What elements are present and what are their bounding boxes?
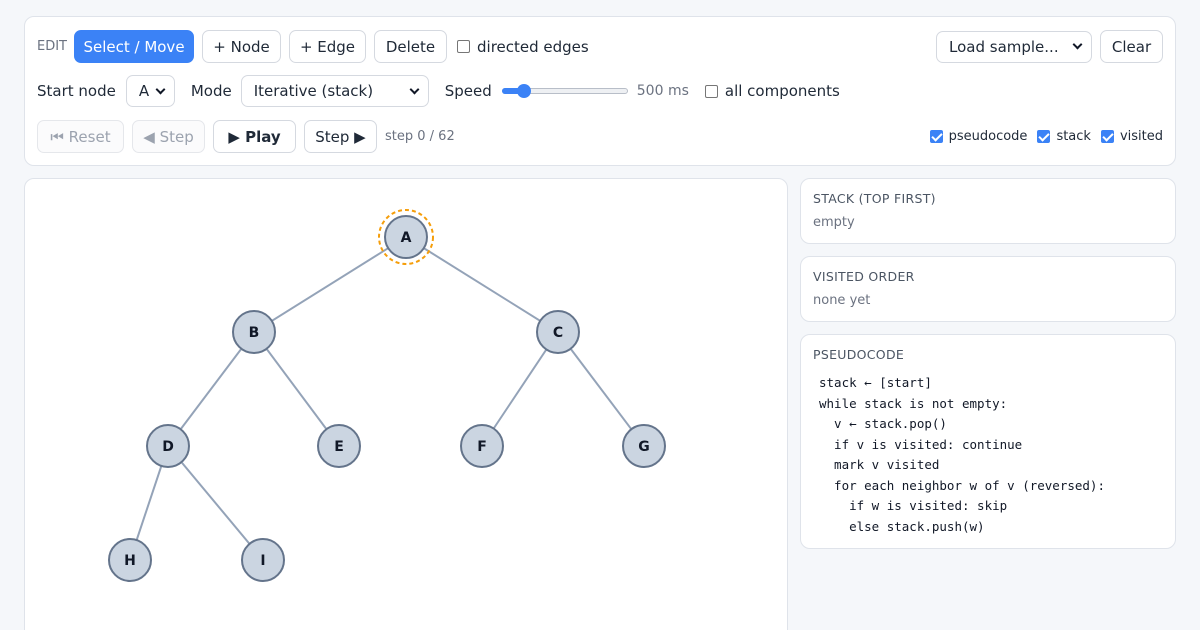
edit-row: EDIT Select / Move + Node + Edge Delete …: [37, 30, 1163, 63]
pseudocode-block: stack ← [start] while stack is not empty…: [819, 373, 1105, 537]
visited-contents: none yet: [813, 293, 871, 308]
pseudocode-toggle-label: pseudocode: [948, 129, 1028, 144]
playback-row: ⏮ Reset ◀ Step ▶ Play Step ▶ step 0 / 62…: [37, 120, 1163, 153]
start-node-label: Start node: [37, 82, 116, 100]
stack-toggle-label: stack: [1056, 129, 1091, 144]
chevron-down-icon: [409, 84, 420, 94]
load-sample-value: Load sample...: [949, 37, 1059, 56]
load-sample-select[interactable]: Load sample...: [936, 30, 1092, 63]
play-button[interactable]: ▶ Play: [213, 120, 296, 153]
speed-slider[interactable]: [501, 83, 628, 99]
step-counter: step 0 / 62: [385, 129, 455, 144]
pseudocode-toggle-checkbox[interactable]: [929, 130, 943, 143]
settings-row: Start node A Mode Iterative (stack) Spee…: [37, 75, 1163, 107]
visited-title: VISITED ORDER: [813, 269, 915, 284]
pseudocode-title: PSEUDOCODE: [813, 347, 905, 362]
mode-select[interactable]: Iterative (stack): [240, 75, 429, 107]
graph-node-label-H: H: [124, 553, 136, 569]
all-components-checkbox[interactable]: [704, 84, 718, 98]
pseudocode-line: while stack is not empty:: [819, 395, 1008, 411]
visited-panel: VISITED ORDER none yet: [800, 256, 1176, 322]
visited-toggle-label: visited: [1119, 129, 1163, 144]
stack-title: STACK (TOP FIRST): [813, 191, 936, 206]
graph-node-label-F: F: [477, 439, 487, 455]
speed-label: Speed: [444, 82, 492, 100]
stack-panel: STACK (TOP FIRST) empty: [800, 178, 1176, 244]
graph-node-label-C: C: [553, 325, 563, 341]
chevron-down-icon: [1072, 39, 1083, 50]
toolbar: EDIT Select / Move + Node + Edge Delete …: [24, 16, 1176, 166]
graph-canvas[interactable]: A B C D E F G H I: [24, 178, 788, 630]
chevron-down-icon: [155, 84, 166, 94]
speed-slider-thumb[interactable]: [517, 84, 532, 98]
stack-toggle-checkbox[interactable]: [1037, 130, 1051, 143]
pseudocode-panel: PSEUDOCODE stack ← [start] while stack i…: [800, 334, 1176, 549]
graph-node-label-A: A: [401, 230, 412, 246]
step-back-button[interactable]: ◀ Step: [132, 120, 205, 153]
speed-value: 500 ms: [636, 83, 689, 99]
graph-svg[interactable]: A B C D E F G H I: [25, 179, 789, 630]
step-forward-button[interactable]: Step ▶: [304, 120, 377, 153]
reset-button[interactable]: ⏮ Reset: [37, 120, 124, 153]
add-node-button[interactable]: + Node: [202, 30, 281, 63]
mode-label: Mode: [190, 82, 232, 100]
graph-edge-D-I[interactable]: [167, 445, 264, 561]
edit-label: EDIT: [37, 39, 67, 54]
pseudocode-line: for each neighbor w of v (reversed):: [819, 477, 1105, 493]
graph-edge-A-B[interactable]: [253, 236, 407, 333]
directed-edges-checkbox[interactable]: [457, 40, 470, 53]
start-node-select[interactable]: A: [125, 75, 175, 107]
start-node-value: A: [138, 82, 150, 100]
graph-node-label-B: B: [249, 325, 260, 341]
pseudocode-line: else stack.push(w): [819, 518, 985, 534]
stack-contents: empty: [813, 215, 855, 230]
pseudocode-line: mark v visited: [819, 457, 940, 472]
directed-edges-label: directed edges: [477, 37, 589, 56]
graph-node-label-G: G: [638, 439, 650, 455]
pseudocode-line: v ← stack.pop(): [819, 416, 947, 431]
graph-node-label-E: E: [334, 439, 344, 455]
graph-node-label-I: I: [260, 553, 265, 569]
clear-button[interactable]: Clear: [1100, 30, 1163, 63]
pseudocode-line: stack ← [start]: [819, 375, 932, 390]
pseudocode-line: if v is visited: continue: [819, 436, 1023, 452]
mode-value: Iterative (stack): [253, 82, 374, 100]
delete-button[interactable]: Delete: [374, 30, 447, 63]
all-components-label: all components: [724, 82, 840, 100]
add-edge-button[interactable]: + Edge: [289, 30, 366, 63]
visited-toggle-checkbox[interactable]: [1100, 130, 1114, 143]
graph-node-label-D: D: [162, 439, 174, 455]
select-move-button[interactable]: Select / Move: [74, 30, 194, 63]
pseudocode-line: if w is visited: skip: [819, 498, 1008, 513]
